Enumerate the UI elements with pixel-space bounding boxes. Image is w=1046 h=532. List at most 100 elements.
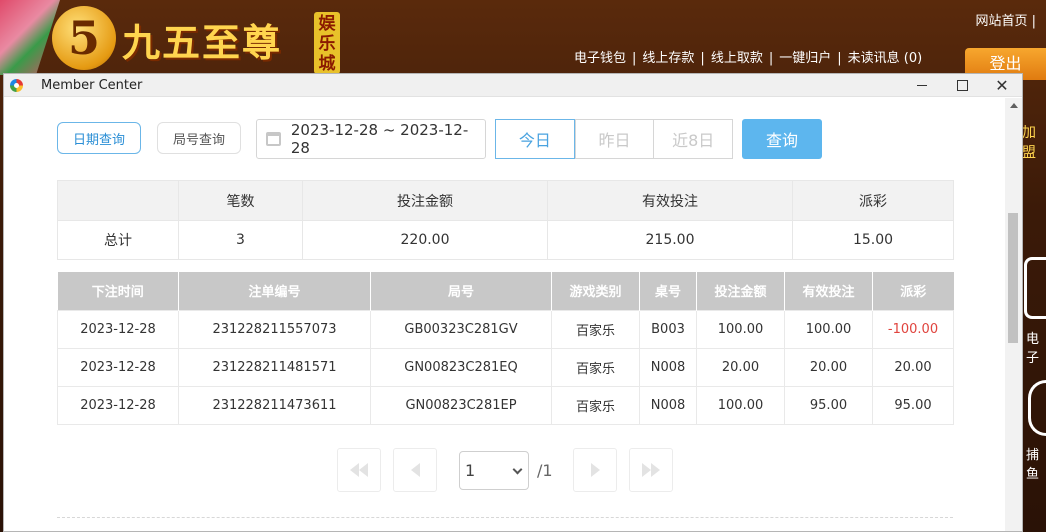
- summary-header-row: 笔数 投注金额 有效投注 派彩: [57, 180, 954, 221]
- summary-total-row: 总计 3 220.00 215.00 15.00: [57, 220, 954, 260]
- game-type-cell: 百家乐: [551, 385, 640, 425]
- game-type-cell: 百家乐: [551, 309, 640, 349]
- bet-amount-cell: 20.00: [696, 347, 785, 387]
- detail-header: 有效投注: [784, 272, 873, 310]
- last-8-days-button[interactable]: 近8日: [653, 120, 732, 158]
- divider: [57, 517, 953, 518]
- calendar-icon: [266, 132, 281, 146]
- double-right-icon: [651, 463, 660, 477]
- detail-header: 投注金额: [696, 272, 785, 310]
- window-title: Member Center: [41, 77, 143, 93]
- window-controls: ✕: [902, 74, 1022, 97]
- nav-one-click-transfer[interactable]: 一键归户: [779, 51, 831, 66]
- nav-unread-messages[interactable]: 未读讯息 (0): [848, 51, 923, 66]
- date-range-input[interactable]: 2023-12-28 ~ 2023-12-28: [256, 119, 486, 159]
- window-content: 日期查询 局号查询 2023-12-28 ~ 2023-12-28 今日 昨日 …: [4, 98, 1007, 531]
- bet-detail-table: 下注时间 注单编号 局号 游戏类别 桌号 投注金额 有效投注 派彩 2023-1…: [57, 272, 954, 425]
- bet-id-cell: 231228211557073: [178, 309, 371, 349]
- side-label-fishing[interactable]: 捕鱼: [1026, 444, 1046, 482]
- chevron-right-icon: [590, 463, 600, 477]
- summary-header: 笔数: [178, 180, 303, 221]
- summary-cell: 15.00: [792, 220, 954, 260]
- round-id-cell: GB00323C281GV: [370, 309, 552, 349]
- summary-cell: 215.00: [547, 220, 793, 260]
- valid-bet-cell: 95.00: [784, 385, 873, 425]
- minimize-icon[interactable]: [902, 74, 942, 97]
- game-type-cell: 百家乐: [551, 347, 640, 387]
- nav-separator: |: [632, 51, 637, 66]
- detail-header: 游戏类别: [551, 272, 640, 310]
- slot-game-icon[interactable]: [1024, 257, 1046, 319]
- double-right-icon: [642, 463, 651, 477]
- home-link[interactable]: 网站首页 |: [975, 10, 1036, 29]
- table-row: 2023-12-28 231228211557073 GB00323C281GV…: [57, 309, 954, 349]
- scroll-up-icon[interactable]: [1010, 103, 1018, 108]
- bet-amount-cell: 100.00: [696, 309, 785, 349]
- detail-header: 局号: [370, 272, 552, 310]
- vertical-scrollbar[interactable]: [1005, 98, 1022, 531]
- query-button[interactable]: 查询: [742, 119, 822, 159]
- member-center-window: Member Center ✕ 日期查询 局号查询 2023-12-28 ~ 2…: [3, 73, 1023, 532]
- bet-time-cell: 2023-12-28: [57, 347, 179, 387]
- quick-date-group: 今日 昨日 近8日: [495, 119, 733, 159]
- chevron-left-icon: [410, 463, 420, 477]
- nav-separator: |: [768, 51, 774, 66]
- site-logo-title: 九五至尊: [122, 20, 283, 65]
- payout-cell: 95.00: [872, 385, 954, 425]
- side-label-slots[interactable]: 电子: [1026, 328, 1046, 366]
- detail-header: 派彩: [872, 272, 954, 310]
- valid-bet-cell: 20.00: [784, 347, 873, 387]
- nav-withdraw[interactable]: 线上取款: [711, 51, 763, 66]
- site-logo-tag: 娱乐城: [314, 12, 340, 74]
- summary-cell: 总计: [57, 220, 179, 260]
- payout-cell: -100.00: [872, 309, 954, 349]
- summary-header: 有效投注: [547, 180, 793, 221]
- fishing-game-icon[interactable]: [1028, 380, 1046, 436]
- detail-header: 下注时间: [57, 272, 179, 310]
- maximize-icon[interactable]: [942, 74, 982, 97]
- scrollbar-thumb[interactable]: [1008, 213, 1018, 343]
- site-header: 5 九五至尊 娱乐城 网站首页 | 电子钱包 | 线上存款 | 线上取款 | 一键归户 | 未读…: [0, 0, 1046, 80]
- site-logo-badge: 5: [52, 6, 116, 70]
- double-left-icon: [359, 463, 368, 477]
- summary-cell: 3: [178, 220, 303, 260]
- today-button[interactable]: 今日: [495, 119, 575, 159]
- page-select-value: 1: [465, 461, 476, 480]
- valid-bet-cell: 100.00: [784, 309, 873, 349]
- summary-table: 笔数 投注金额 有效投注 派彩 总计 3 220.00 215.00 15.00: [57, 180, 954, 260]
- round-id-cell: GN00823C281EP: [370, 385, 552, 425]
- side-join-text[interactable]: 加盟: [1022, 122, 1046, 162]
- bet-id-cell: 231228211481571: [178, 347, 371, 387]
- chevron-down-icon: [512, 464, 523, 475]
- yesterday-button[interactable]: 昨日: [574, 120, 654, 158]
- summary-header: 派彩: [792, 180, 954, 221]
- date-range-value: 2023-12-28 ~ 2023-12-28: [290, 121, 469, 157]
- double-left-icon: [350, 463, 359, 477]
- close-icon[interactable]: ✕: [982, 74, 1022, 97]
- nav-wallet[interactable]: 电子钱包: [574, 51, 626, 66]
- detail-header-row: 下注时间 注单编号 局号 游戏类别 桌号 投注金额 有效投注 派彩: [57, 272, 954, 310]
- nav-deposit[interactable]: 线上存款: [642, 51, 694, 66]
- table-row: 2023-12-28 231228211481571 GN00823C281EQ…: [57, 347, 954, 387]
- round-query-tab[interactable]: 局号查询: [157, 122, 241, 154]
- window-titlebar[interactable]: Member Center ✕: [4, 74, 1022, 97]
- summary-cell: 220.00: [302, 220, 548, 260]
- prev-page-button[interactable]: [393, 448, 437, 492]
- nav-separator: |: [837, 51, 842, 66]
- detail-header: 注单编号: [178, 272, 371, 310]
- bet-time-cell: 2023-12-28: [57, 309, 179, 349]
- bet-amount-cell: 100.00: [696, 385, 785, 425]
- bet-id-cell: 231228211473611: [178, 385, 371, 425]
- date-query-tab[interactable]: 日期查询: [57, 122, 141, 154]
- detail-header: 桌号: [639, 272, 697, 310]
- corner-decoration: [0, 0, 60, 75]
- first-page-button[interactable]: [337, 448, 381, 492]
- table-no-cell: N008: [639, 385, 697, 425]
- summary-header: 投注金额: [302, 180, 548, 221]
- last-page-button[interactable]: [629, 448, 673, 492]
- page-select[interactable]: 1: [459, 451, 529, 490]
- next-page-button[interactable]: [573, 448, 617, 492]
- nav-separator: |: [700, 51, 705, 66]
- bet-time-cell: 2023-12-28: [57, 385, 179, 425]
- app-icon: [10, 78, 23, 92]
